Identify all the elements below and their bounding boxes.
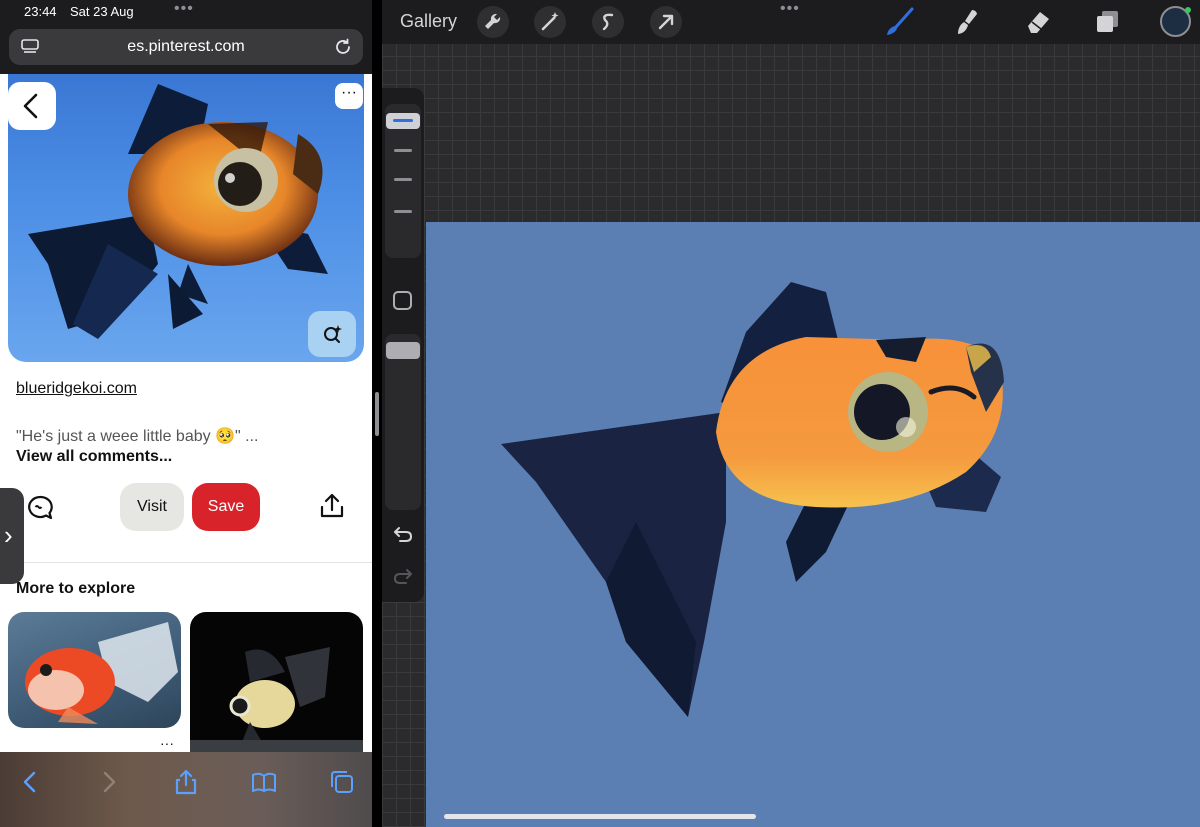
chevron-left-icon — [23, 93, 38, 119]
view-all-comments-link[interactable]: View all comments... — [16, 448, 172, 466]
explore-tile[interactable] — [8, 612, 181, 728]
multitasking-dots[interactable]: ••• — [174, 0, 194, 18]
goldfish-thumbnail — [190, 647, 363, 752]
split-view-grip[interactable] — [375, 392, 379, 436]
reload-icon[interactable] — [333, 37, 353, 57]
share-icon[interactable] — [318, 492, 346, 520]
status-time: 23:44 — [24, 4, 57, 19]
url-field[interactable]: es.pinterest.com — [9, 29, 363, 65]
comment-icon[interactable] — [26, 494, 54, 522]
gallery-button[interactable]: Gallery — [400, 11, 457, 32]
tile-more-button[interactable]: ··· — [160, 735, 174, 751]
brush-icon[interactable] — [884, 6, 916, 38]
modify-button[interactable] — [393, 291, 412, 310]
goldfish-painting — [501, 282, 1004, 717]
safari-pane: 23:44 Sat 23 Aug ••• es.pinterest.com ··… — [0, 0, 372, 827]
visit-button[interactable]: Visit — [120, 483, 184, 531]
forward-arrow-icon[interactable] — [95, 768, 123, 796]
more-to-explore-heading: More to explore — [16, 580, 136, 597]
brush-opacity-handle[interactable] — [386, 342, 420, 359]
goldfish-thumbnail — [25, 622, 178, 724]
brush-opacity-slider[interactable] — [385, 334, 421, 510]
bookmarks-icon[interactable] — [250, 768, 278, 796]
address-bar: es.pinterest.com — [0, 26, 372, 74]
tabs-icon[interactable] — [328, 768, 356, 796]
color-indicator — [1185, 7, 1191, 13]
canvas-more-dots[interactable]: ••• — [780, 0, 800, 18]
back-button[interactable] — [8, 82, 56, 130]
eraser-icon[interactable] — [1022, 6, 1054, 38]
status-bar: 23:44 Sat 23 Aug ••• — [0, 0, 372, 26]
magic-wand-icon[interactable] — [534, 6, 566, 38]
redo-icon[interactable] — [393, 566, 413, 586]
slide-over-handle[interactable]: › — [0, 488, 24, 584]
lens-icon — [324, 325, 342, 343]
save-button[interactable]: Save — [192, 483, 260, 531]
visual-search-button[interactable] — [308, 311, 356, 357]
back-arrow-icon[interactable] — [16, 768, 44, 796]
browser-toolbar — [0, 752, 372, 827]
source-link[interactable]: blueridgekoi.com — [16, 380, 137, 398]
brush-size-handle[interactable] — [386, 113, 420, 129]
divider — [0, 562, 372, 563]
size-tick — [394, 178, 412, 181]
comment-preview: "He's just a weee little baby 🥺" ... — [16, 428, 259, 445]
size-tick — [394, 210, 412, 213]
selection-icon[interactable] — [592, 6, 624, 38]
wrench-icon[interactable] — [477, 6, 509, 38]
transform-arrow-icon[interactable] — [650, 6, 682, 38]
status-date: Sat 23 Aug — [70, 4, 134, 19]
drawing-canvas[interactable] — [426, 222, 1200, 827]
size-tick — [394, 149, 412, 152]
explore-tile[interactable] — [190, 612, 363, 752]
share-icon[interactable] — [172, 768, 200, 796]
chevron-right-icon: › — [4, 520, 13, 550]
layers-icon[interactable] — [1092, 6, 1124, 38]
undo-icon[interactable] — [393, 524, 413, 544]
smudge-icon[interactable] — [952, 6, 984, 38]
home-indicator — [444, 814, 756, 819]
url-text: es.pinterest.com — [127, 38, 245, 55]
pin-more-button[interactable]: ··· — [335, 83, 363, 109]
